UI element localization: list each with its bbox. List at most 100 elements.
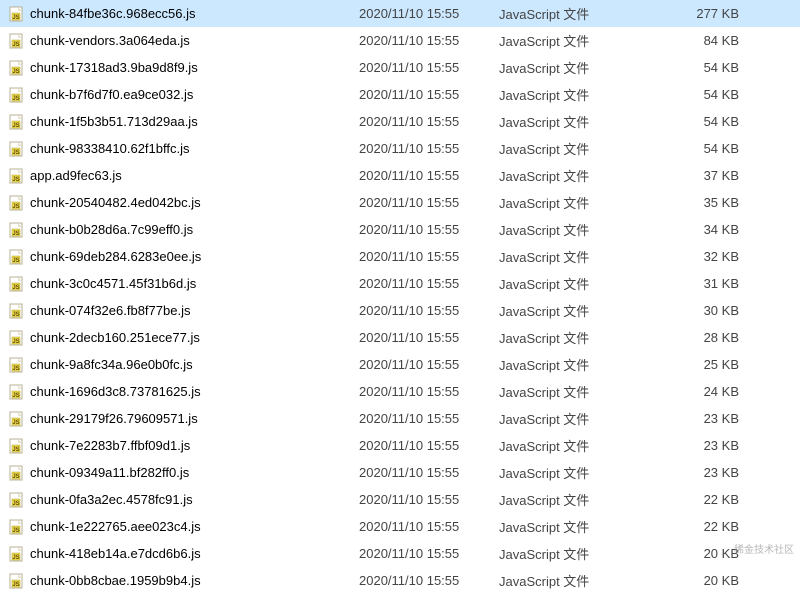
file-size-cell: 32 KB	[659, 249, 749, 264]
file-type-cell: JavaScript 文件	[499, 166, 659, 185]
file-row[interactable]: JS chunk-29179f26.79609571.js 2020/11/10 1…	[0, 405, 800, 432]
file-size-cell: 31 KB	[659, 276, 749, 291]
svg-text:JS: JS	[12, 528, 19, 534]
file-row[interactable]: JSchunk-1696d3c8.73781625.js2020/11/10 1…	[0, 378, 800, 405]
file-row[interactable]: JSchunk-0fa3a2ec.4578fc91.js2020/11/10 1…	[0, 486, 800, 513]
file-name-cell[interactable]: JS chunk-69deb284.6283e0ee.js	[4, 249, 359, 265]
file-date-cell: 2020/11/10 15:55	[359, 303, 499, 318]
svg-text:JS: JS	[12, 258, 19, 264]
file-name-cell[interactable]: JSchunk-3c0c4571.45f31b6d.js	[4, 276, 359, 292]
file-name-cell[interactable]: JSchunk-1f5b3b51.713d29aa.js	[4, 114, 359, 130]
file-name-label: chunk-b0b28d6a.7c99eff0.js	[30, 222, 193, 237]
svg-text:JS: JS	[12, 474, 19, 480]
file-name-cell[interactable]: JSchunk-9a8fc34a.96e0b0fc.js	[4, 357, 359, 373]
file-row[interactable]: JSapp.ad9fec63.js2020/11/10 15:55JavaScr…	[0, 162, 800, 189]
js-file-icon: JS	[8, 141, 24, 157]
file-name-cell[interactable]: JSchunk-418eb14a.e7dcd6b6.js	[4, 546, 359, 562]
watermark: 稀金技术社区	[734, 541, 794, 556]
file-row[interactable]: JSchunk-9a8fc34a.96e0b0fc.js2020/11/10 1…	[0, 351, 800, 378]
js-file-icon: JS	[8, 438, 24, 454]
svg-text:JS: JS	[12, 393, 19, 399]
file-size-cell: 22 KB	[659, 492, 749, 507]
file-row[interactable]: JSchunk-17318ad3.9ba9d8f9.js2020/11/10 1…	[0, 54, 800, 81]
file-name-label: chunk-vendors.3a064eda.js	[30, 33, 190, 48]
file-row[interactable]: JSchunk-418eb14a.e7dcd6b6.js2020/11/10 1…	[0, 540, 800, 567]
file-size-cell: 54 KB	[659, 141, 749, 156]
file-row[interactable]: JSchunk-1f5b3b51.713d29aa.js2020/11/10 1…	[0, 108, 800, 135]
file-name-label: chunk-2decb160.251ece77.js	[30, 330, 200, 345]
file-name-label: chunk-17318ad3.9ba9d8f9.js	[30, 60, 198, 75]
file-size-cell: 23 KB	[659, 411, 749, 426]
file-name-label: chunk-69deb284.6283e0ee.js	[30, 249, 201, 264]
js-file-icon: JS	[8, 195, 24, 211]
file-name-cell[interactable]: JSchunk-b7f6d7f0.ea9ce032.js	[4, 87, 359, 103]
file-name-cell[interactable]: JS chunk-vendors.3a064eda.js	[4, 33, 359, 49]
file-name-cell[interactable]: JSchunk-20540482.4ed042bc.js	[4, 195, 359, 211]
file-type-cell: JavaScript 文件	[499, 355, 659, 374]
file-name-cell[interactable]: JSchunk-1696d3c8.73781625.js	[4, 384, 359, 400]
file-name-cell[interactable]: JSchunk-7e2283b7.ffbf09d1.js	[4, 438, 359, 454]
svg-text:JS: JS	[12, 582, 19, 588]
file-date-cell: 2020/11/10 15:55	[359, 141, 499, 156]
file-date-cell: 2020/11/10 15:55	[359, 411, 499, 426]
js-file-icon: JS	[8, 573, 24, 589]
js-file-icon: JS	[8, 303, 24, 319]
file-name-label: chunk-074f32e6.fb8f77be.js	[30, 303, 190, 318]
file-date-cell: 2020/11/10 15:55	[359, 168, 499, 183]
file-row[interactable]: JSchunk-2decb160.251ece77.js2020/11/10 1…	[0, 324, 800, 351]
svg-text:JS: JS	[12, 231, 19, 237]
file-row[interactable]: JS chunk-b0b28d6a.7c99eff0.js 2020/11/10 1…	[0, 216, 800, 243]
file-row[interactable]: JSchunk-20540482.4ed042bc.js2020/11/10 1…	[0, 189, 800, 216]
file-row[interactable]: JSchunk-09349a11.bf282ff0.js2020/11/10 1…	[0, 459, 800, 486]
file-date-cell: 2020/11/10 15:55	[359, 195, 499, 210]
file-name-cell[interactable]: JSapp.ad9fec63.js	[4, 168, 359, 184]
file-date-cell: 2020/11/10 15:55	[359, 492, 499, 507]
file-type-cell: JavaScript 文件	[499, 544, 659, 563]
file-date-cell: 2020/11/10 15:55	[359, 222, 499, 237]
file-size-cell: 20 KB	[659, 573, 749, 588]
file-row[interactable]: JSchunk-b7f6d7f0.ea9ce032.js2020/11/10 1…	[0, 81, 800, 108]
file-type-cell: JavaScript 文件	[499, 517, 659, 536]
file-type-cell: JavaScript 文件	[499, 112, 659, 131]
file-name-cell[interactable]: JS chunk-29179f26.79609571.js	[4, 411, 359, 427]
file-name-label: chunk-98338410.62f1bffc.js	[30, 141, 190, 156]
js-file-icon: JS	[8, 114, 24, 130]
file-name-cell[interactable]: JSchunk-84fbe36c.968ecc56.js	[4, 6, 359, 22]
js-file-icon: JS	[8, 33, 24, 49]
file-type-cell: JavaScript 文件	[499, 382, 659, 401]
file-row[interactable]: JS chunk-074f32e6.fb8f77be.js 2020/11/10 1…	[0, 297, 800, 324]
file-type-cell: JavaScript 文件	[499, 220, 659, 239]
file-name-cell[interactable]: JSchunk-17318ad3.9ba9d8f9.js	[4, 60, 359, 76]
js-file-icon: JS	[8, 519, 24, 535]
file-size-cell: 23 KB	[659, 438, 749, 453]
file-type-cell: JavaScript 文件	[499, 247, 659, 266]
file-name-cell[interactable]: JS chunk-09349a11.bf282ff0.js	[4, 465, 359, 481]
file-row[interactable]: JSchunk-3c0c4571.45f31b6d.js2020/11/10 1…	[0, 270, 800, 297]
file-type-cell: JavaScript 文件	[499, 571, 659, 590]
file-size-cell: 277 KB	[659, 6, 749, 21]
js-file-icon: JS	[8, 546, 24, 562]
file-name-cell[interactable]: JSchunk-0bb8cbae.1959b9b4.js	[4, 573, 359, 589]
file-name-cell[interactable]: JSchunk-1e222765.aee023c4.js	[4, 519, 359, 535]
file-row[interactable]: JSchunk-1e222765.aee023c4.js2020/11/10 1…	[0, 513, 800, 540]
file-name-cell[interactable]: JSchunk-2decb160.251ece77.js	[4, 330, 359, 346]
file-name-label: chunk-84fbe36c.968ecc56.js	[30, 6, 196, 21]
file-row[interactable]: JS chunk-98338410.62f1bffc.js 2020/11/10 1…	[0, 135, 800, 162]
svg-text:JS: JS	[12, 42, 19, 48]
file-row[interactable]: JSchunk-69deb284.6283e0ee.js2020/11/10 1…	[0, 243, 800, 270]
file-row[interactable]: JSchunk-7e2283b7.ffbf09d1.js2020/11/10 1…	[0, 432, 800, 459]
file-row[interactable]: JSchunk-0bb8cbae.1959b9b4.js2020/11/10 1…	[0, 567, 800, 594]
file-name-cell[interactable]: JSchunk-0fa3a2ec.4578fc91.js	[4, 492, 359, 508]
svg-text:JS: JS	[12, 555, 19, 561]
file-row[interactable]: JSchunk-84fbe36c.968ecc56.js2020/11/10 1…	[0, 0, 800, 27]
file-name-cell[interactable]: JS chunk-074f32e6.fb8f77be.js	[4, 303, 359, 319]
file-row[interactable]: JSchunk-vendors.3a064eda.js2020/11/10 15…	[0, 27, 800, 54]
js-file-icon: JS	[8, 411, 24, 427]
file-name-label: chunk-09349a11.bf282ff0.js	[30, 465, 189, 480]
file-name-cell[interactable]: JS chunk-98338410.62f1bffc.js	[4, 141, 359, 157]
svg-text:JS: JS	[12, 123, 19, 129]
file-date-cell: 2020/11/10 15:55	[359, 438, 499, 453]
file-size-cell: 30 KB	[659, 303, 749, 318]
file-name-cell[interactable]: JS chunk-b0b28d6a.7c99eff0.js	[4, 222, 359, 238]
file-name-label: chunk-29179f26.79609571.js	[30, 411, 198, 426]
